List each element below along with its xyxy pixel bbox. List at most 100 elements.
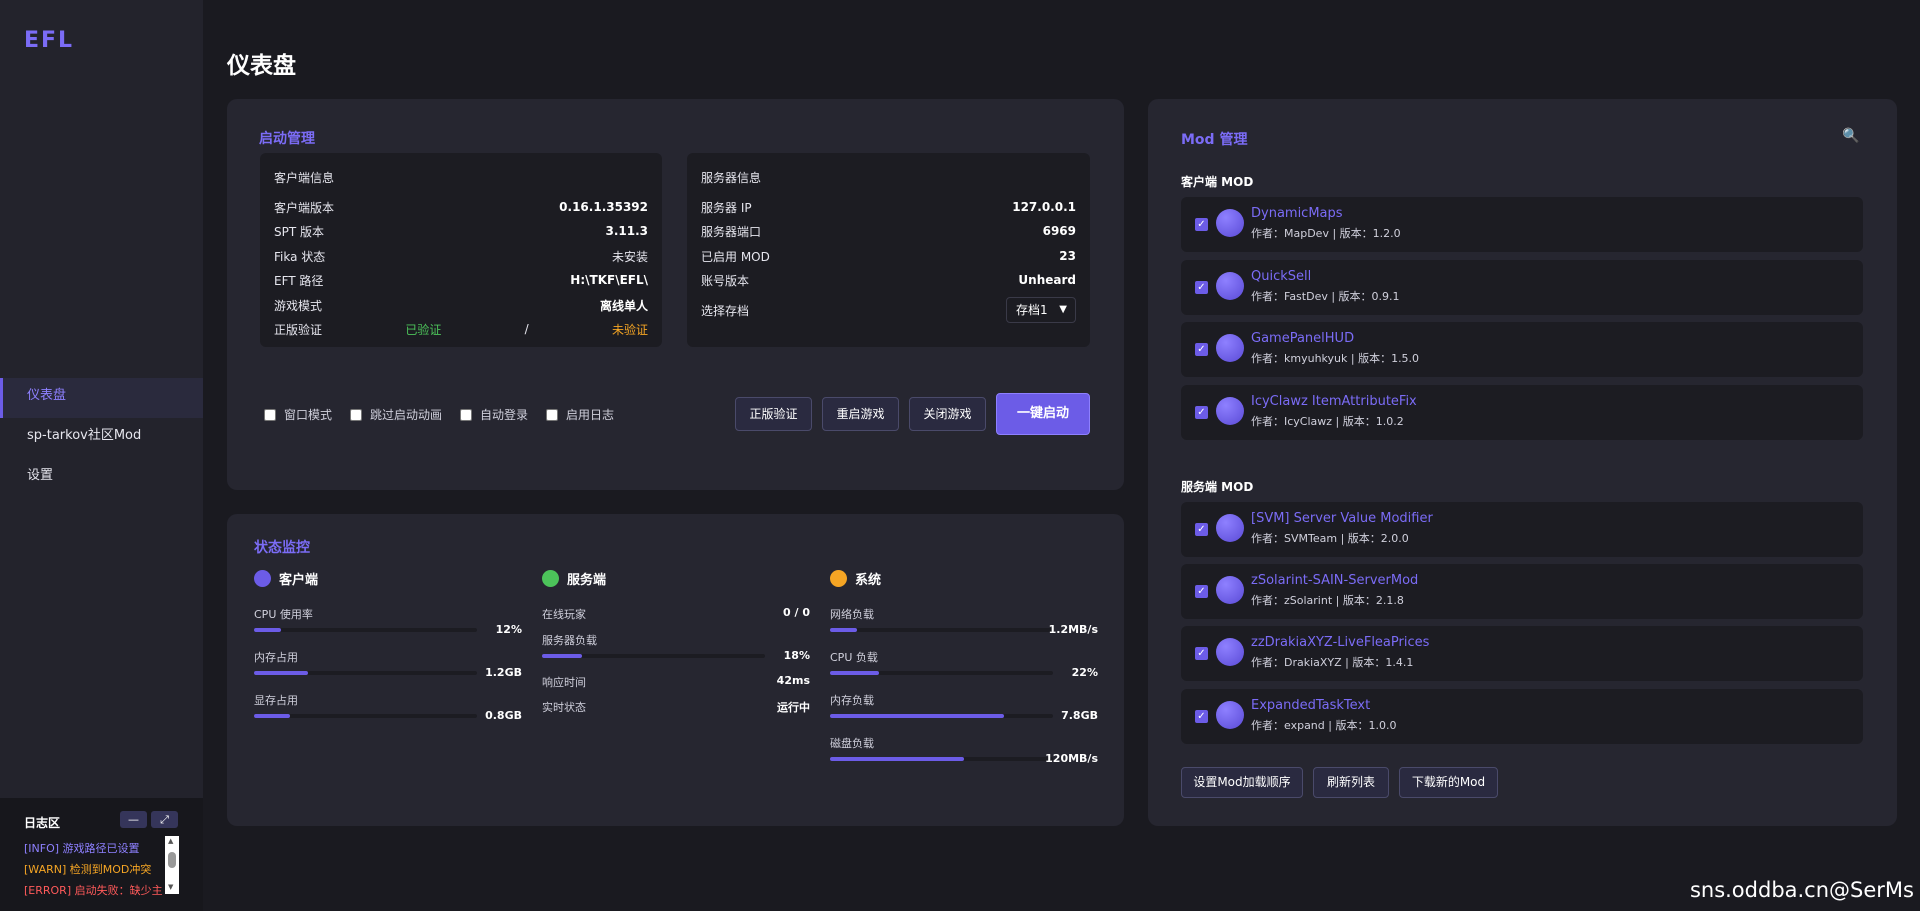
verify-button[interactable]: 正版验证 (735, 397, 812, 431)
mod-checkbox[interactable]: ✓ (1195, 647, 1208, 660)
profile-label: 选择存档 (701, 303, 750, 318)
mod-item[interactable]: ✓ DynamicMaps 作者：MapDev | 版本：1.2.0 (1181, 197, 1863, 252)
app-logo: EFL (24, 28, 75, 53)
log-line: [INFO] 游戏路径已设置 (24, 842, 140, 855)
info-row: 已启用 MOD 23 (701, 247, 1076, 265)
info-key: 游戏模式 (274, 298, 323, 313)
log-lines: [INFO] 游戏路径已设置 [WARN] 检测到MOD冲突 [ERROR] 启… (24, 838, 164, 901)
mod-avatar (1216, 638, 1244, 666)
progress-bar (830, 671, 1053, 675)
option-auto-login[interactable]: 自动登录 (460, 406, 528, 423)
option-skip-intro[interactable]: 跳过启动动画 (350, 406, 442, 423)
log-panel: 日志区 — ⤢ [INFO] 游戏路径已设置 [WARN] 检测到MOD冲突 [… (0, 798, 203, 911)
verify-ok: 已验证 (405, 322, 442, 337)
checkbox[interactable] (264, 408, 276, 421)
page-title: 仪表盘 (227, 53, 296, 79)
monitor-client-head: 客户端 (254, 567, 522, 589)
log-line: [WARN] 检测到MOD冲突 (24, 863, 152, 876)
checkbox[interactable] (460, 408, 473, 421)
launch-title: 启动管理 (259, 131, 315, 147)
mod-load-order-button[interactable]: 设置Mod加载顺序 (1181, 767, 1303, 798)
monitor-client: 客户端 CPU 使用率 12% 内存占用 1.2GB 显存占用 0.8GB (254, 567, 522, 722)
metric-value: 120MB/s (1045, 752, 1098, 765)
metric: CPU 使用率 12% (254, 606, 522, 636)
info-value: Unheard (1018, 273, 1076, 287)
progress-bar (254, 714, 477, 718)
download-mod-button[interactable]: 下载新的Mod (1399, 767, 1498, 798)
mod-meta: 作者：DrakiaXYZ | 版本：1.4.1 (1251, 656, 1414, 669)
mod-checkbox[interactable]: ✓ (1195, 406, 1208, 419)
mod-item[interactable]: ✓ zSolarint-SAIN-ServerMod 作者：zSolarint | … (1181, 564, 1863, 619)
metric: CPU 负载 22% (830, 649, 1098, 679)
search-icon[interactable]: 🔍 (1842, 128, 1859, 144)
monitor-system-head: 系统 (830, 567, 1098, 589)
mod-checkbox[interactable]: ✓ (1195, 343, 1208, 356)
option-enable-log[interactable]: 启用日志 (546, 406, 614, 423)
sidebar-nav: 仪表盘 sp-tarkov社区Mod 设置 (0, 378, 203, 498)
sidebar-item-settings[interactable]: 设置 (0, 458, 203, 498)
sidebar-item-dashboard[interactable]: 仪表盘 (0, 378, 203, 418)
metric-label: 在线玩家 (542, 608, 586, 621)
mod-checkbox[interactable]: ✓ (1195, 585, 1208, 598)
info-key: 服务器端口 (701, 224, 762, 239)
metric-value: 1.2GB (485, 666, 522, 679)
sidebar: EFL 仪表盘 sp-tarkov社区Mod 设置 日志区 — ⤢ [INFO]… (0, 0, 203, 911)
info-row: SPT 版本 3.11.3 (274, 222, 648, 240)
monitor-server: 服务端 在线玩家 0 / 0 服务器负载 18% 响应时间 42ms 实时状态 运行中 (542, 567, 810, 714)
metric-label: 响应时间 (542, 676, 586, 689)
info-row: 客户端版本 0.16.1.35392 (274, 198, 648, 216)
profile-select[interactable]: 存档1 ▼ (1006, 297, 1076, 323)
restart-game-button[interactable]: 重启游戏 (822, 397, 899, 431)
mod-item[interactable]: ✓ ExpandedTaskText 作者：expand | 版本：1.0.0 (1181, 689, 1863, 744)
mod-checkbox[interactable]: ✓ (1195, 710, 1208, 723)
mod-item[interactable]: ✓ zzDrakiaXYZ-LiveFleaPrices 作者：DrakiaXYZ … (1181, 626, 1863, 681)
metric-value: 7.8GB (1061, 709, 1098, 722)
mod-checkbox[interactable]: ✓ (1195, 218, 1208, 231)
monitor-title: 状态监控 (254, 540, 310, 556)
log-scrollbar[interactable]: ▲ ▼ (165, 836, 179, 894)
metric-label: 内存负载 (830, 694, 874, 707)
mod-meta: 作者：expand | 版本：1.0.0 (1251, 719, 1397, 732)
info-key: 已启用 MOD (701, 249, 770, 264)
mod-item[interactable]: ✓ IcyClawz ItemAttributeFix 作者：IcyClawz | … (1181, 385, 1863, 440)
log-line: [ERROR] 启动失败：缺少主 (24, 884, 163, 897)
progress-bar (254, 628, 477, 632)
checkbox[interactable] (350, 408, 363, 421)
info-row: 服务器端口 6969 (701, 222, 1076, 240)
launch-card: 启动管理 客户端信息 客户端版本 0.16.1.35392 SPT 版本 3.11.… (227, 99, 1124, 490)
metric-label: 显存占用 (254, 694, 298, 707)
scroll-up-icon[interactable]: ▲ (168, 837, 173, 845)
log-minimize-button[interactable]: — (120, 811, 147, 828)
metric: 服务器负载 18% (542, 632, 810, 662)
status-value: 运行中 (777, 701, 810, 714)
mod-item[interactable]: ✓ QuickSell 作者：FastDev | 版本：0.9.1 (1181, 260, 1863, 315)
checkbox[interactable] (546, 408, 559, 421)
metric: 在线玩家 0 / 0 (542, 606, 810, 622)
mod-name: IcyClawz ItemAttributeFix (1251, 394, 1417, 409)
log-expand-button[interactable]: ⤢ (151, 811, 178, 828)
progress-fill (254, 628, 281, 632)
server-info-head: 服务器信息 (701, 171, 762, 185)
log-title: 日志区 (24, 816, 61, 830)
mod-checkbox[interactable]: ✓ (1195, 281, 1208, 294)
metric: 内存负载 7.8GB (830, 692, 1098, 722)
mod-item[interactable]: ✓ GamePanelHUD 作者：kmyuhkyuk | 版本：1.5.0 (1181, 322, 1863, 377)
metric-label: 服务器负载 (542, 634, 597, 647)
refresh-list-button[interactable]: 刷新列表 (1313, 767, 1389, 798)
option-label: 启用日志 (566, 408, 615, 422)
metric-label: 网络负载 (830, 608, 874, 621)
option-window-mode[interactable]: 窗口模式 (264, 406, 332, 423)
close-game-button[interactable]: 关闭游戏 (909, 397, 986, 431)
scroll-down-icon[interactable]: ▼ (168, 883, 173, 891)
mod-checkbox[interactable]: ✓ (1195, 523, 1208, 536)
mod-meta: 作者：SVMTeam | 版本：2.0.0 (1251, 532, 1409, 545)
scroll-thumb[interactable] (168, 852, 176, 868)
sidebar-item-community-mods[interactable]: sp-tarkov社区Mod (0, 418, 203, 458)
mod-avatar (1216, 576, 1244, 604)
info-value: 6969 (1042, 224, 1076, 238)
mod-item[interactable]: ✓ [SVM] Server Value Modifier 作者：SVMTeam |… (1181, 502, 1863, 557)
metric-label: 磁盘负载 (830, 737, 874, 750)
launch-button[interactable]: 一键启动 (996, 393, 1090, 435)
mod-avatar (1216, 272, 1244, 300)
mod-avatar (1216, 701, 1244, 729)
